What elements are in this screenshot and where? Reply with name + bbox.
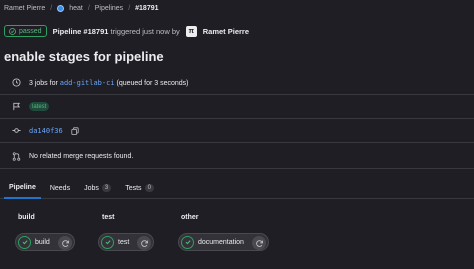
branch-link[interactable]: add-gitlab-ci (60, 79, 115, 87)
retry-icon (61, 239, 69, 247)
project-avatar-icon (57, 4, 65, 12)
retry-button[interactable] (137, 236, 151, 250)
tags-row: latest (0, 95, 474, 119)
tab-needs[interactable]: Needs (45, 177, 75, 199)
breadcrumb-item-project[interactable]: heat (69, 5, 83, 12)
tab-jobs[interactable]: Jobs 3 (79, 177, 116, 199)
tab-label: Tests (125, 184, 142, 192)
jobs-info-row: 3 jobs for add-gitlab-ci (queued for 3 s… (0, 71, 474, 95)
pipeline-header: passed Pipeline #18791 triggered just no… (4, 24, 249, 38)
breadcrumb-separator: / (87, 4, 90, 12)
queued-text: (queued for 3 seconds) (116, 79, 189, 87)
tab-label: Needs (49, 184, 71, 192)
stage-title: build (18, 214, 35, 221)
tab-count-badge: 0 (144, 184, 154, 192)
stage-title: test (102, 214, 115, 221)
commit-icon (12, 126, 21, 135)
tab-pipeline[interactable]: Pipeline (4, 177, 41, 199)
job-test[interactable]: test (98, 233, 154, 251)
clock-icon (12, 78, 21, 87)
breadcrumb-item-pipelines[interactable]: Pipelines (95, 5, 123, 12)
status-label: passed (19, 27, 42, 35)
flag-icon (12, 102, 21, 111)
merge-request-icon (12, 152, 21, 161)
breadcrumb-separator: / (128, 4, 131, 12)
jobs-count: 3 jobs for (29, 79, 58, 87)
retry-icon (255, 239, 263, 247)
user-name[interactable]: Ramet Pierre (203, 27, 249, 36)
breadcrumb-item-namespace[interactable]: Ramet Pierre (4, 5, 45, 12)
page-title: enable stages for pipeline (4, 49, 164, 64)
job-build[interactable]: build (15, 233, 75, 251)
triggered-text: triggered just now by (110, 26, 180, 36)
retry-icon (140, 239, 148, 247)
stage-other: other (181, 214, 199, 221)
commit-row: da140f36 (0, 119, 474, 143)
job-documentation[interactable]: documentation (178, 233, 269, 251)
status-badge[interactable]: passed (4, 25, 47, 37)
jobs-info-text: 3 jobs for add-gitlab-ci (queued for 3 s… (29, 79, 189, 87)
merge-requests-row: No related merge requests found. (0, 145, 474, 169)
tab-tests[interactable]: Tests 0 (120, 177, 159, 199)
job-name: test (118, 238, 130, 246)
breadcrumb: Ramet Pierre / heat / Pipelines / #18791 (4, 3, 159, 13)
check-circle-icon (9, 27, 16, 35)
stage-build: build (18, 214, 35, 221)
latest-badge: latest (29, 102, 50, 111)
job-status-success-icon (181, 235, 194, 249)
commit-sha-link[interactable]: da140f36 (29, 127, 63, 135)
tab-count-badge: 3 (101, 184, 112, 192)
breadcrumb-separator: / (50, 4, 53, 12)
avatar[interactable]: π (185, 25, 197, 37)
retry-button[interactable] (252, 236, 266, 250)
job-name: documentation (198, 238, 244, 246)
stage-title: other (181, 214, 199, 221)
pipeline-summary: Pipeline #18791 triggered just now by (53, 27, 180, 36)
breadcrumb-item-current[interactable]: #18791 (135, 5, 158, 12)
merge-requests-text: No related merge requests found. (29, 153, 134, 160)
retry-button[interactable] (58, 236, 72, 250)
copy-icon[interactable] (71, 126, 79, 135)
pipeline-tabs: Pipeline Needs Jobs 3 Tests 0 (0, 177, 474, 199)
pipeline-id: Pipeline #18791 (52, 26, 109, 36)
job-status-success-icon (101, 235, 114, 249)
tab-label: Pipeline (9, 183, 36, 191)
job-status-success-icon (18, 235, 31, 249)
stage-test: test (102, 214, 114, 221)
tab-label: Jobs (84, 184, 99, 192)
job-name: build (35, 238, 50, 246)
